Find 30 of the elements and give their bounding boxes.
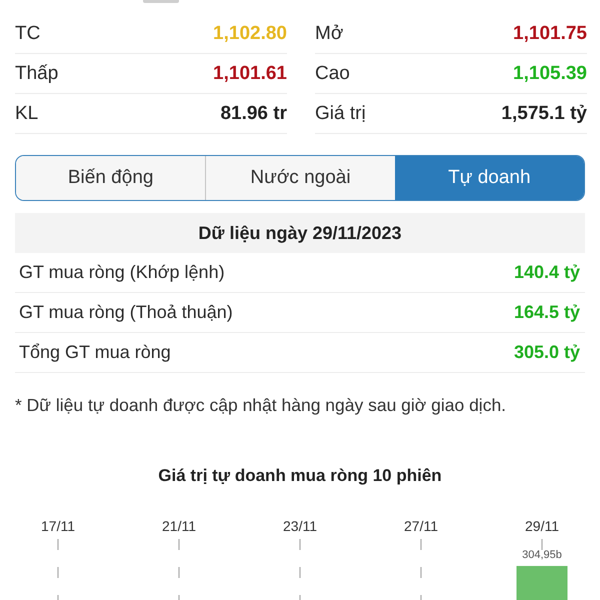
metric-label: GT mua ròng (Khớp lệnh): [19, 262, 225, 283]
axis-label: 21/11: [162, 518, 196, 534]
stat-value: 1,101.75: [513, 22, 587, 44]
stat-value: 1,105.39: [513, 62, 587, 84]
stat-value: 1,101.61: [213, 62, 287, 84]
footnote: * Dữ liệu tự doanh được cập nhật hàng ngày sau giờ giao dịch.: [15, 395, 506, 416]
axis-label: 23/11: [283, 518, 317, 534]
metric-value: 305.0 tỷ: [514, 342, 580, 363]
tab[interactable]: Tự doanh: [394, 156, 584, 200]
stat-label: KL: [15, 102, 38, 124]
axis-label: 17/11: [41, 518, 75, 534]
stat-label: Mở: [315, 22, 344, 44]
stat-value: 81.96 tr: [220, 102, 287, 124]
bar-value-label: 304,95b: [522, 548, 562, 561]
metric-value: 140.4 tỷ: [514, 262, 580, 283]
stat-label: Thấp: [15, 62, 58, 84]
stat-value: 1,102.80: [213, 22, 287, 44]
metric-value: 164.5 tỷ: [514, 302, 580, 323]
stat-label: TC: [15, 22, 40, 44]
stat-label: Giá trị: [315, 102, 366, 124]
grabber-bar: [143, 0, 179, 3]
metric-label: GT mua ròng (Thoả thuận): [19, 302, 233, 323]
axis-label: 29/11: [525, 518, 559, 534]
bar: [516, 566, 568, 600]
date-header: Dữ liệu ngày 29/11/2023: [15, 213, 585, 253]
metric-label: Tổng GT mua ròng: [19, 342, 171, 363]
stat-label: Cao: [315, 62, 350, 84]
stat-value: 1,575.1 tỷ: [501, 102, 587, 124]
axis-label: 27/11: [404, 518, 438, 534]
chart-title: Giá trị tự doanh mua ròng 10 phiên: [158, 466, 442, 486]
